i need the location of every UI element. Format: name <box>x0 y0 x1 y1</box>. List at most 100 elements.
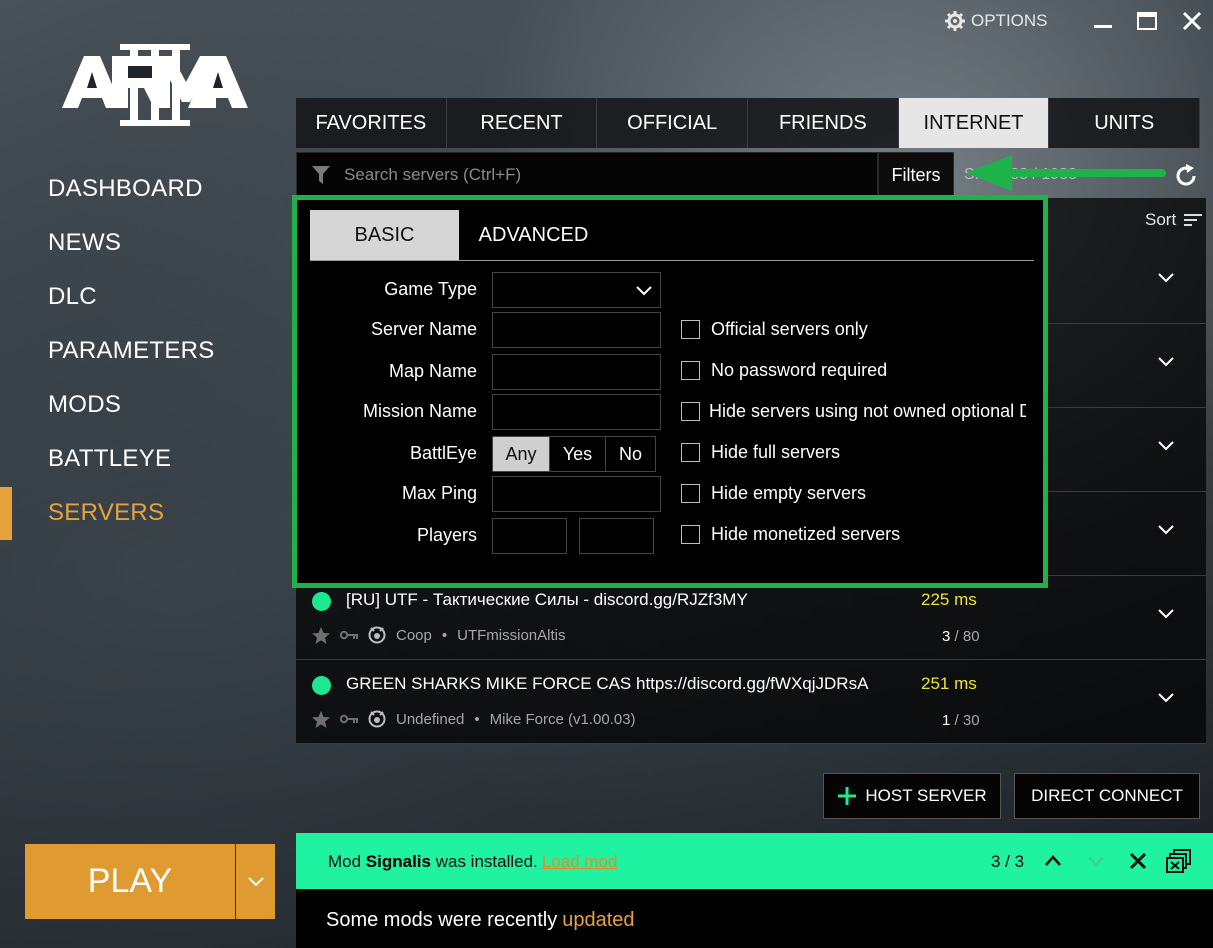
hide-monetized-checkbox[interactable]: Hide monetized servers <box>681 524 900 545</box>
sort-label: Sort <box>1145 210 1177 229</box>
players-max-input[interactable] <box>579 518 654 554</box>
chevron-down-icon <box>247 876 264 886</box>
checkbox-box[interactable] <box>681 320 700 339</box>
tab-official[interactable]: OFFICIAL <box>597 98 749 148</box>
nav-item-servers[interactable]: SERVERS <box>48 499 278 527</box>
minimize-button[interactable] <box>1089 8 1117 34</box>
filters-popup: BASIC ADVANCED Game Type Server Name Map… <box>292 195 1048 588</box>
key-icon <box>340 714 358 724</box>
checkbox-box[interactable] <box>681 443 700 462</box>
map-name-input[interactable] <box>492 354 661 390</box>
players-label: Players <box>416 525 477 545</box>
hide-not-owned-dlc-checkbox[interactable]: Hide servers using not owned optional D <box>681 401 1026 422</box>
tab-recent[interactable]: RECENT <box>446 98 598 148</box>
battleye-no[interactable]: No <box>606 437 655 471</box>
checkbox-label: Hide full servers <box>711 442 841 462</box>
no-password-checkbox[interactable]: No password required <box>681 360 887 381</box>
server-game-type: Coop <box>396 626 432 644</box>
chevron-down-icon[interactable] <box>1158 272 1174 284</box>
checkbox-label: Hide empty servers <box>711 483 867 503</box>
players-min-input[interactable] <box>492 518 567 554</box>
meta-separator: • <box>441 626 448 644</box>
sort-icon <box>1184 214 1203 226</box>
nav-item-battleye[interactable]: BATTLEYE <box>48 445 278 473</box>
nav-item-parameters[interactable]: PARAMETERS <box>48 337 278 365</box>
chevron-down-icon[interactable] <box>1087 854 1105 868</box>
server-mission: Mike Force (v1.00.03) <box>489 710 636 728</box>
tab-units[interactable]: UNITS <box>1049 98 1201 148</box>
filters-button[interactable]: Filters <box>878 152 954 198</box>
dismiss-all-icon[interactable] <box>1166 849 1192 873</box>
server-name-input[interactable] <box>492 312 661 348</box>
checkbox-box[interactable] <box>681 361 700 380</box>
tab-friends[interactable]: FRIENDS <box>748 98 899 148</box>
max-ping-label: Max Ping <box>401 483 477 503</box>
checkbox-box[interactable] <box>681 484 700 503</box>
battleye-any[interactable]: Any <box>493 437 550 471</box>
hide-full-checkbox[interactable]: Hide full servers <box>681 442 840 463</box>
server-players: 3 / 80 <box>942 628 980 645</box>
server-row[interactable]: GREEN SHARKS MIKE FORCE CAS https://disc… <box>296 660 1206 744</box>
direct-connect-button[interactable]: DIRECT CONNECT <box>1014 773 1200 819</box>
chevron-down-icon[interactable] <box>1158 692 1174 704</box>
tab-basic[interactable]: BASIC <box>310 210 459 260</box>
chevron-down-icon[interactable] <box>1158 524 1174 536</box>
server-meta: Undefined • Mike Force (v1.00.03) <box>312 710 636 728</box>
footer-message: Some mods were recently updated <box>326 909 635 932</box>
battleye-selector: Any Yes No <box>492 436 656 472</box>
server-name: [RU] UTF - Тактические Силы - discord.gg… <box>346 590 748 609</box>
chevron-up-icon[interactable] <box>1044 853 1062 867</box>
footer-updated-link[interactable]: updated <box>562 909 634 931</box>
sort-button[interactable]: Sort <box>1145 210 1203 230</box>
official-only-checkbox[interactable]: Official servers only <box>681 319 868 340</box>
server-game-type: Undefined <box>396 710 465 728</box>
search-bar <box>296 152 878 198</box>
mod-notification: Mod Signalis was installed. Load mod 3 / … <box>296 833 1213 889</box>
minimize-icon <box>1094 25 1112 28</box>
online-status-dot <box>312 592 331 611</box>
host-server-button[interactable]: HOST SERVER <box>823 773 1001 819</box>
server-ping: 225 ms <box>921 590 977 609</box>
options-button[interactable]: OPTIONS <box>945 10 1048 32</box>
refresh-button[interactable] <box>1172 162 1200 190</box>
hide-empty-checkbox[interactable]: Hide empty servers <box>681 483 866 504</box>
battleye-icon <box>368 710 386 728</box>
tab-favorites[interactable]: FAVORITES <box>296 98 447 148</box>
checkbox-box[interactable] <box>681 402 700 421</box>
checkbox-box[interactable] <box>681 525 700 544</box>
tab-advanced[interactable]: ADVANCED <box>459 210 608 260</box>
star-icon[interactable] <box>312 710 330 728</box>
battleye-label: BattlEye <box>409 443 477 463</box>
load-mod-link[interactable]: Load mod <box>542 852 618 871</box>
maximize-icon <box>1137 12 1157 30</box>
play-button[interactable]: PLAY <box>25 844 235 919</box>
server-tabs: FAVORITES RECENT OFFICIAL FRIENDS INTERN… <box>296 98 1201 148</box>
maximize-button[interactable] <box>1133 8 1161 34</box>
star-icon[interactable] <box>312 626 330 644</box>
nav-item-dashboard[interactable]: DASHBOARD <box>48 175 278 203</box>
refresh-icon <box>1176 164 1196 186</box>
max-ping-input[interactable] <box>492 476 661 512</box>
battleye-yes[interactable]: Yes <box>550 437 606 471</box>
close-icon[interactable] <box>1129 852 1147 870</box>
nav-item-dlc[interactable]: DLC <box>48 283 278 311</box>
notification-suffix: was installed. <box>430 852 538 871</box>
search-input[interactable] <box>342 164 842 186</box>
nav-item-news[interactable]: NEWS <box>48 229 278 257</box>
nav-item-mods[interactable]: MODS <box>48 391 278 419</box>
tab-internet[interactable]: INTERNET <box>898 98 1050 148</box>
options-label: OPTIONS <box>971 11 1048 30</box>
map-name-label: Map Name <box>388 361 477 381</box>
battleye-icon <box>368 626 386 644</box>
server-name-label: Server Name <box>370 319 477 339</box>
game-type-select[interactable] <box>492 272 661 308</box>
server-row[interactable]: [RU] UTF - Тактические Силы - discord.gg… <box>296 576 1206 660</box>
checkbox-label: Hide servers using not owned optional D <box>709 401 1026 421</box>
chevron-down-icon[interactable] <box>1158 440 1174 452</box>
chevron-down-icon[interactable] <box>1158 356 1174 368</box>
chevron-down-icon[interactable] <box>1158 608 1174 620</box>
close-window-button[interactable] <box>1178 8 1206 34</box>
play-options-button[interactable] <box>236 844 275 919</box>
checkbox-label: No password required <box>711 360 888 380</box>
mission-name-input[interactable] <box>492 394 661 430</box>
